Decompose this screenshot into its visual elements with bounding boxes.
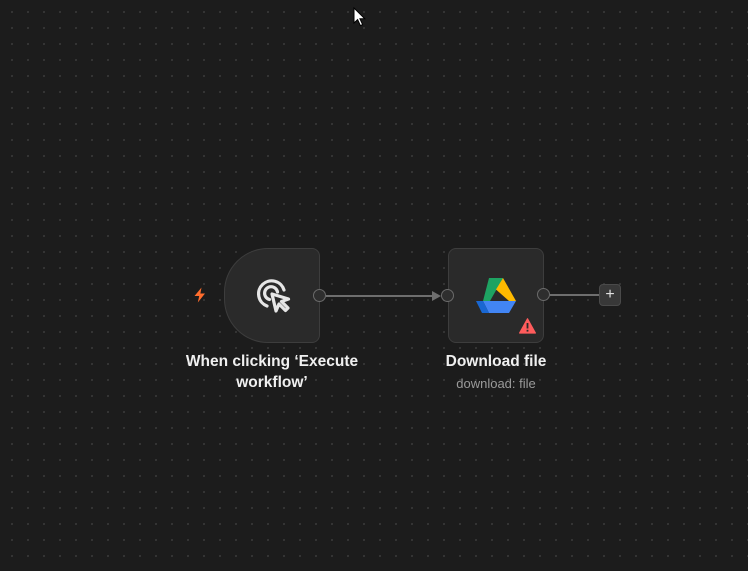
lightning-bolt-icon [194,287,205,303]
download-output-handle[interactable] [537,288,550,301]
connections-layer [326,291,600,301]
add-node-button[interactable]: + [599,284,621,306]
workflow-canvas[interactable]: + When clicking ‘Execute workflow’ Downl… [0,0,748,571]
download-file-node[interactable] [448,248,544,343]
warning-icon[interactable] [519,318,536,334]
plus-icon: + [605,286,615,303]
trigger-node-label: When clicking ‘Execute workflow’ [185,353,359,391]
pointer-click-icon [257,278,291,313]
google-drive-icon [476,278,516,313]
connection-arrow-icon [432,291,441,301]
download-node-subtitle: download: file [456,376,536,391]
mouse-cursor-icon [353,7,367,27]
manual-trigger-node[interactable] [224,248,320,343]
trigger-output-handle[interactable] [313,289,326,302]
download-input-handle[interactable] [441,289,454,302]
download-node-label: Download file [445,353,547,370]
